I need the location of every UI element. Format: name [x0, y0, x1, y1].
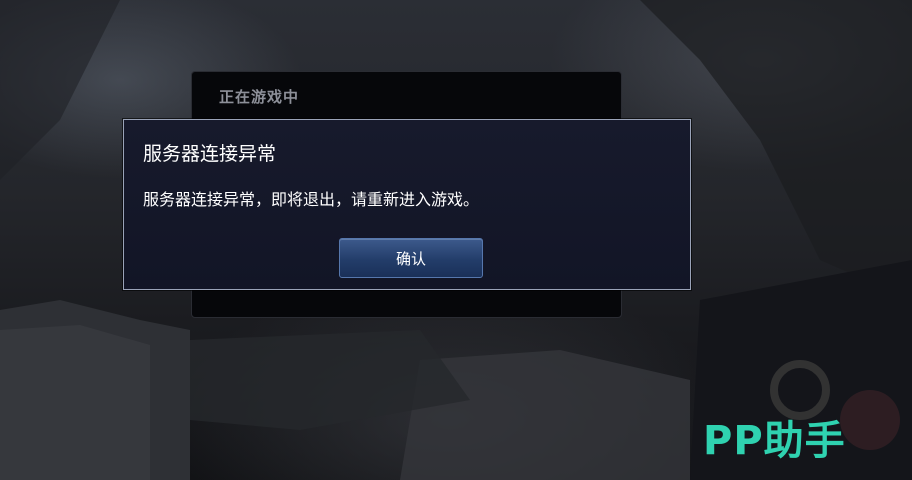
panel-title: 正在游戏中 — [219, 88, 300, 106]
dialog-title: 服务器连接异常 — [143, 143, 277, 165]
watermark-text: PP助手 — [703, 418, 846, 464]
confirm-button[interactable]: 确认 — [339, 238, 483, 278]
pp-assistant-watermark: PP助手 — [703, 408, 893, 464]
server-error-dialog: 服务器连接异常 服务器连接异常，即将退出，请重新进入游戏。 确认 — [123, 119, 691, 290]
dialog-message: 服务器连接异常，即将退出，请重新进入游戏。 — [143, 190, 480, 209]
